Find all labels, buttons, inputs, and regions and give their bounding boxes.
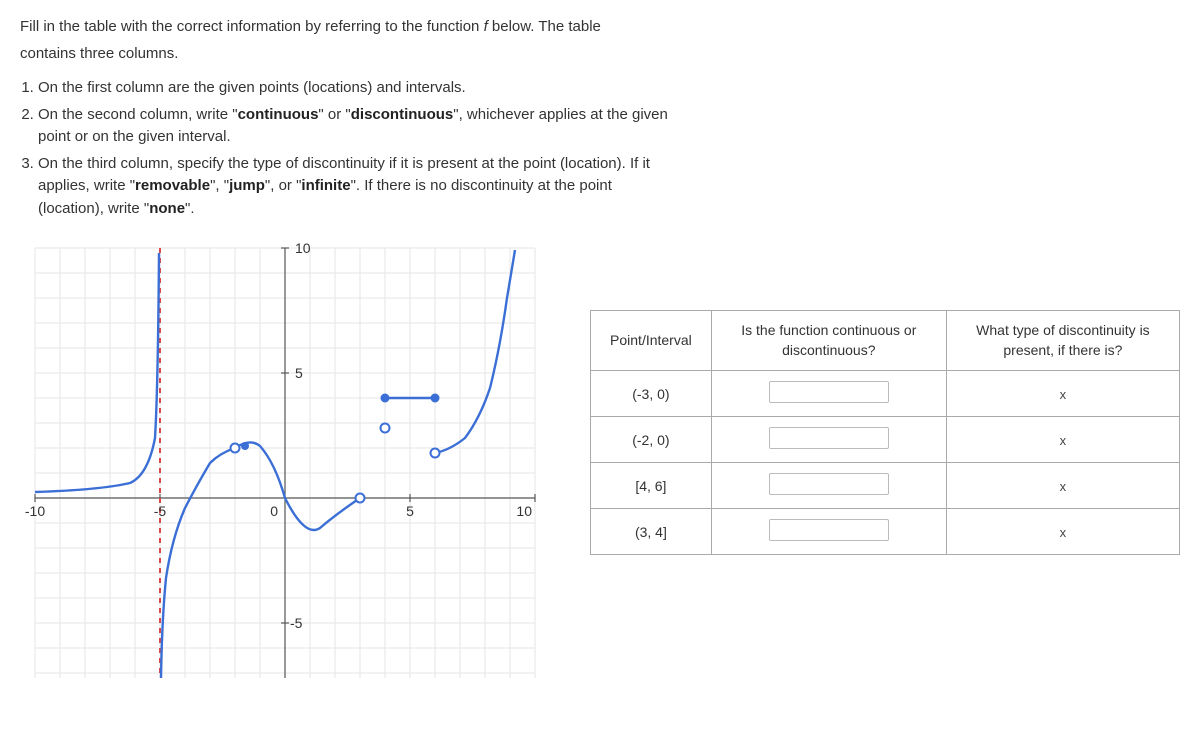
- point-cell: (3, 4]: [591, 509, 712, 555]
- x-mark: x: [1060, 525, 1067, 540]
- svg-text:-5: -5: [290, 615, 303, 631]
- intro-line1a: Fill in the table with the correct infor…: [20, 18, 484, 35]
- svg-text:-5: -5: [154, 503, 167, 519]
- point-cell: (-3, 0): [591, 371, 712, 417]
- svg-text:5: 5: [406, 503, 414, 519]
- type-cell: x: [946, 371, 1179, 417]
- point-cell: [4, 6]: [591, 463, 712, 509]
- continuity-cell: [711, 417, 946, 463]
- x-mark: x: [1060, 433, 1067, 448]
- svg-text:0: 0: [270, 503, 278, 519]
- table-row: [4, 6] x: [591, 463, 1180, 509]
- answer-table-wrap: Point/Interval Is the function continuou…: [590, 310, 1180, 555]
- svg-text:5: 5: [295, 365, 303, 381]
- type-cell: x: [946, 509, 1179, 555]
- intro-line2: contains three columns.: [20, 43, 1180, 66]
- table-row: (3, 4] x: [591, 509, 1180, 555]
- x-mark: x: [1060, 387, 1067, 402]
- continuity-input[interactable]: [769, 519, 889, 541]
- x-mark: x: [1060, 479, 1067, 494]
- continuity-cell: [711, 463, 946, 509]
- intro-text: Fill in the table with the correct infor…: [20, 16, 1180, 65]
- type-cell: x: [946, 417, 1179, 463]
- instruction-1: On the first column are the given points…: [38, 77, 1180, 100]
- svg-text:10: 10: [295, 240, 311, 256]
- instruction-list: On the first column are the given points…: [20, 77, 1180, 220]
- continuity-input[interactable]: [769, 381, 889, 403]
- function-graph: -10 -5 0 5 10 10 5 -5: [20, 238, 550, 688]
- point-cell: (-2, 0): [591, 417, 712, 463]
- col-header-type: What type of discontinuity ispresent, if…: [946, 311, 1179, 371]
- instruction-3: On the third column, specify the type of…: [38, 153, 1180, 221]
- table-row: (-2, 0) x: [591, 417, 1180, 463]
- col-header-continuity: Is the function continuous ordiscontinuo…: [711, 311, 946, 371]
- continuity-input[interactable]: [769, 427, 889, 449]
- instruction-2: On the second column, write "continuous"…: [38, 104, 1180, 149]
- type-cell: x: [946, 463, 1179, 509]
- table-row: (-3, 0) x: [591, 371, 1180, 417]
- col-header-point: Point/Interval: [591, 311, 712, 371]
- svg-text:-10: -10: [25, 503, 45, 519]
- answer-table: Point/Interval Is the function continuou…: [590, 310, 1180, 555]
- continuity-input[interactable]: [769, 473, 889, 495]
- continuity-cell: [711, 509, 946, 555]
- continuity-cell: [711, 371, 946, 417]
- intro-line1b: below. The table: [488, 18, 601, 35]
- svg-text:10: 10: [516, 503, 532, 519]
